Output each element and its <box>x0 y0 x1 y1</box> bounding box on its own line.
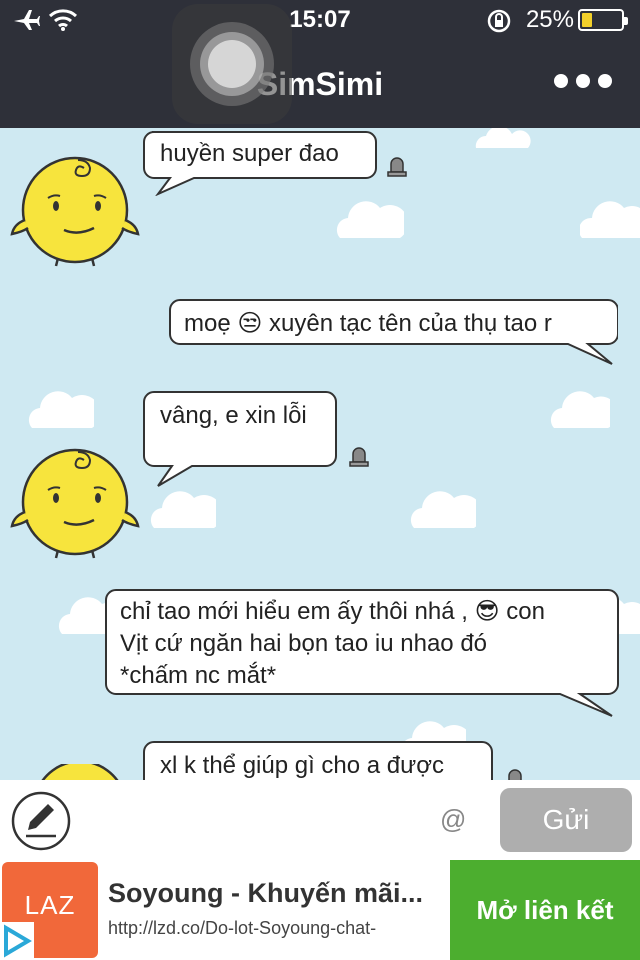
more-dot-icon <box>554 74 568 88</box>
page-title: SimSimi <box>256 66 384 102</box>
cloud-decoration <box>336 201 404 238</box>
message-input[interactable] <box>86 792 426 848</box>
chat-area[interactable]: huyền super đao moẹ 😒 xuyên tạc tên của … <box>0 128 640 780</box>
rotation-lock-icon <box>487 9 511 33</box>
ad-title[interactable]: Soyoung - Khuyến mãi... <box>108 878 442 909</box>
battery-fill <box>582 13 592 27</box>
battery-nub <box>624 17 628 25</box>
more-options-button[interactable] <box>554 74 612 88</box>
nav-bar: SimSimi <box>0 40 640 128</box>
ad-choices-icon[interactable] <box>0 922 34 960</box>
mention-button[interactable]: @ <box>440 804 466 835</box>
message-text: moẹ 😒 xuyên tạc tên của thụ tao r <box>184 310 552 337</box>
battery-icon <box>578 9 628 31</box>
lazada-logo-text: LAZ <box>24 890 76 920</box>
message-text: huyền super đao <box>160 140 339 167</box>
assistive-touch-button[interactable] <box>172 4 292 124</box>
ad-banner[interactable]: LAZ Soyoung - Khuyến mãi... http://lzd.c… <box>0 860 640 960</box>
cloud-decoration <box>28 391 94 428</box>
message-text: chỉ tao mới hiểu em ấy thôi nhá , 😎 con … <box>120 598 545 689</box>
report-icon[interactable] <box>348 446 370 468</box>
report-icon[interactable] <box>386 156 408 178</box>
simsimi-avatar[interactable] <box>30 764 130 780</box>
battery-percent: 25% <box>525 6 574 33</box>
simsimi-avatar[interactable] <box>8 150 140 268</box>
ad-url[interactable]: http://lzd.co/Do-lot-Soyoung-chat- <box>108 918 442 939</box>
more-dot-icon <box>576 74 590 88</box>
cloud-decoration <box>580 201 640 238</box>
simsimi-avatar[interactable] <box>8 442 140 560</box>
message-text: vâng, e xin lỗi <box>160 402 307 429</box>
message-text: xl k thể giúp gì cho a được <box>160 752 444 779</box>
send-button[interactable]: Gửi <box>500 788 632 852</box>
status-bar: 15:07 25% <box>0 0 640 40</box>
composer-bar: @ Gửi <box>0 780 640 860</box>
compose-pencil-icon[interactable] <box>10 790 72 852</box>
cloud-decoration <box>550 391 610 428</box>
cloud-decoration <box>475 128 531 148</box>
more-dot-icon <box>598 74 612 88</box>
report-icon[interactable] <box>504 768 526 780</box>
open-link-button[interactable]: Mở liên kết <box>450 860 640 960</box>
cloud-decoration <box>410 491 476 528</box>
